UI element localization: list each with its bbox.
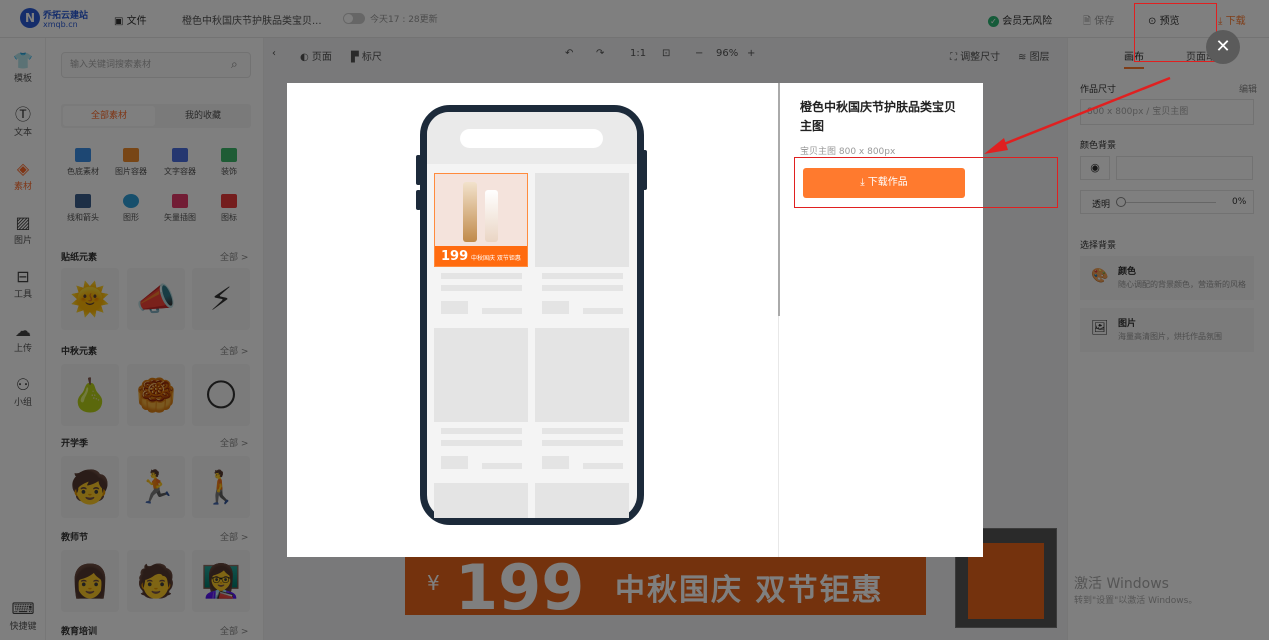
text-placeholder [441, 428, 522, 434]
price-placeholder [441, 456, 468, 469]
product-card-placeholder [434, 328, 528, 422]
product-price: 199 [441, 249, 469, 264]
annotation-arrow [984, 76, 1171, 154]
product-bottle [463, 182, 477, 242]
text-placeholder [542, 273, 623, 279]
product-preview-image: 199 中秋国庆 双节钜惠 [434, 173, 528, 267]
modal-subtitle: 宝贝主图 800 x 800px [800, 147, 896, 157]
product-price-banner: 199 中秋国庆 双节钜惠 [435, 246, 527, 266]
modal-title: 橙色中秋国庆节护肤品类宝贝主图 [800, 100, 957, 133]
product-card-placeholder [535, 483, 629, 518]
text-placeholder [583, 308, 623, 314]
text-placeholder [583, 463, 623, 469]
price-placeholder [542, 456, 569, 469]
modal-divider [778, 316, 779, 557]
text-placeholder [542, 440, 623, 446]
price-placeholder [542, 301, 569, 314]
modal-scrollbar[interactable] [778, 83, 780, 316]
product-card-placeholder [535, 328, 629, 422]
product-tag: 中秋国庆 双节钜惠 [471, 255, 521, 262]
phone-search-bar [460, 129, 603, 148]
text-placeholder [441, 440, 522, 446]
text-placeholder [542, 428, 623, 434]
text-placeholder [441, 273, 522, 279]
text-placeholder [482, 308, 522, 314]
product-card-placeholder [535, 173, 629, 267]
product-bottle [485, 190, 498, 242]
product-card-placeholder [434, 483, 528, 518]
text-placeholder [542, 285, 623, 291]
text-placeholder [441, 285, 522, 291]
annotation-box-preview [1134, 3, 1217, 62]
close-icon[interactable]: ✕ [1206, 30, 1240, 64]
price-placeholder [441, 301, 468, 314]
text-placeholder [482, 463, 522, 469]
